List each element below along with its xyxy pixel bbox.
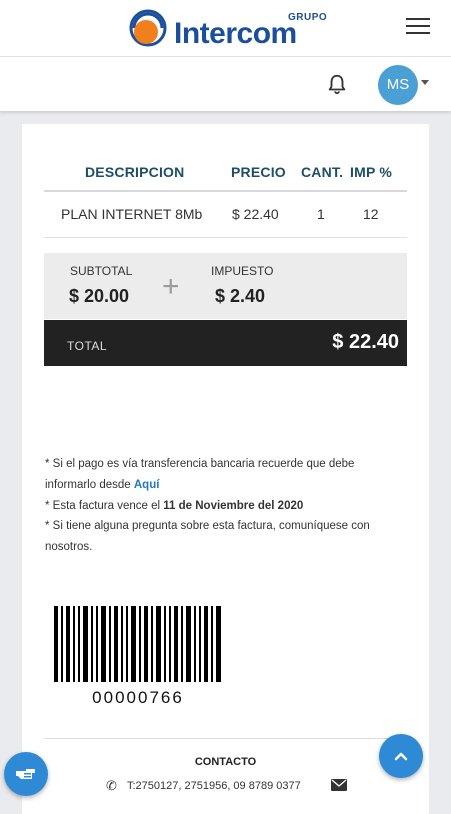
table-header-divider <box>44 190 407 192</box>
scroll-to-top-button[interactable] <box>379 734 423 778</box>
row-descripcion: PLAN INTERNET 8Mb <box>61 206 203 222</box>
help-button[interactable] <box>4 752 48 796</box>
col-header-imp: IMP % <box>350 164 392 180</box>
plus-icon: + <box>162 270 180 303</box>
bell-icon[interactable] <box>326 73 348 95</box>
hamburger-menu-icon[interactable] <box>406 18 430 38</box>
top-bar: GRUPO Intercom <box>0 0 451 57</box>
barcode-number: 00000766 <box>92 688 184 707</box>
contact-phones: T:2750127, 2751956, 09 8789 0377 <box>127 780 301 792</box>
subtotal-value: $ 20.00 <box>69 286 130 306</box>
row-cant: 1 <box>317 206 325 222</box>
chevron-down-icon[interactable] <box>421 80 429 85</box>
table-row-divider <box>44 237 407 238</box>
impuesto-value: $ 2.40 <box>215 286 266 306</box>
row-imp: 12 <box>363 206 379 222</box>
logo-mark-icon <box>129 9 167 47</box>
col-header-descripcion: DESCRIPCION <box>85 164 185 180</box>
mail-icon[interactable] <box>331 779 347 791</box>
chevron-up-icon <box>394 752 408 761</box>
col-header-precio: PRECIO <box>231 164 286 180</box>
pointing-hand-icon <box>16 769 35 779</box>
subtotal-label: SUBTOTAL <box>70 264 133 278</box>
user-avatar[interactable]: MS <box>378 65 418 105</box>
note-transfer: * Si el pago es vía transferencia bancar… <box>45 454 405 496</box>
intercom-logo[interactable]: GRUPO Intercom <box>128 4 328 52</box>
note-due-date-value: 11 de Noviembre del 2020 <box>163 500 304 512</box>
aqui-link[interactable]: Aquí <box>134 479 160 491</box>
barcode-image <box>54 606 221 682</box>
total-label: TOTAL <box>67 339 108 353</box>
note-transfer-text: * Si el pago es vía transferencia bancar… <box>45 458 355 491</box>
note-questions: * Si tiene alguna pregunta sobre esta fa… <box>45 520 370 553</box>
footer-divider <box>44 738 407 739</box>
col-header-cant: CANT. <box>301 164 344 180</box>
note-due-prefix: * Esta factura vence el <box>45 500 164 512</box>
row-precio: $ 22.40 <box>232 206 279 222</box>
impuesto-label: IMPUESTO <box>211 264 274 278</box>
phone-icon: ✆ <box>106 778 117 793</box>
logo-name-text: Intercom <box>174 17 297 50</box>
note-due-date: * Esta factura vence el 11 de Noviembre … <box>45 496 405 517</box>
total-value: $ 22.40 <box>332 331 399 353</box>
